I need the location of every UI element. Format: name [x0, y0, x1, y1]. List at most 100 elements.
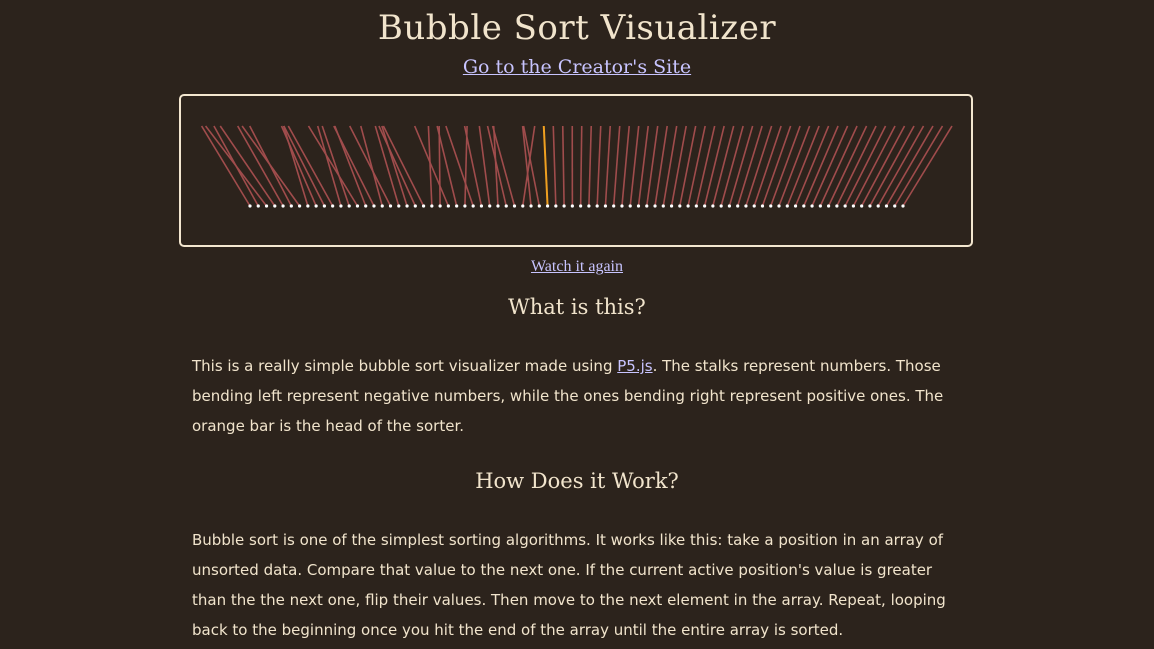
stalk-base-dot: [694, 204, 698, 208]
p5js-link[interactable]: P5.js: [617, 357, 652, 375]
number-stalk: [219, 125, 276, 207]
number-stalk: [869, 125, 915, 207]
number-stalk: [703, 125, 725, 207]
stalk-base-dot: [645, 204, 649, 208]
stalk-base-dot: [521, 204, 525, 208]
number-stalk: [522, 125, 541, 207]
visualizer-canvas: [179, 94, 973, 247]
stalk-base-dot: [777, 204, 781, 208]
number-stalk: [561, 125, 565, 207]
stalk-base-dot: [810, 204, 814, 208]
stalk-base-dot: [297, 204, 302, 208]
stalk-base-dot: [388, 204, 393, 208]
number-stalk: [579, 125, 583, 207]
stalk-base-dot: [289, 204, 293, 208]
number-stalk: [478, 125, 491, 207]
number-stalk: [786, 125, 820, 207]
stalk-base-dot: [314, 204, 318, 208]
creator-link-container: Go to the Creator's Site: [0, 56, 1154, 78]
creator-site-link[interactable]: Go to the Creator's Site: [463, 56, 691, 78]
stalk-base-dot: [355, 204, 360, 208]
stalk-base-dot: [612, 204, 616, 208]
stalk-base-dot: [769, 204, 773, 208]
stalk-base-dot: [653, 204, 657, 208]
visualizer-svg: [200, 125, 953, 208]
stalk-base-dot: [686, 204, 690, 208]
stalk-base-dot: [893, 204, 897, 208]
number-stalk: [894, 125, 944, 207]
stalk-base-dot: [860, 204, 864, 208]
number-stalk: [237, 125, 284, 207]
stalk-base-dot: [620, 204, 624, 208]
what-text-before: This is a really simple bubble sort visu…: [192, 357, 618, 375]
stalk-base-dot: [430, 204, 434, 208]
number-stalk: [860, 125, 906, 207]
stalk-base-dot: [306, 204, 310, 208]
stalk-base-dot: [504, 204, 508, 208]
stalk-base-dot: [512, 204, 517, 208]
number-stalk: [200, 125, 251, 207]
stalk-base-dot: [397, 204, 401, 208]
stalk-base-dot: [322, 204, 326, 208]
sorter-head-stalk: [542, 125, 549, 207]
stalk-base-dot: [802, 204, 806, 208]
stalk-base-dot: [628, 204, 632, 208]
stalk-base-dot: [851, 204, 856, 208]
stalk-base-dot: [827, 204, 831, 208]
stalk-base-dot: [273, 204, 277, 208]
what-is-this-paragraph: This is a really simple bubble sort visu…: [192, 351, 962, 441]
stalk-base-dot: [901, 204, 905, 208]
stalk-base-dot: [438, 204, 442, 208]
number-stalk: [604, 125, 612, 207]
stalk-base-dot: [554, 204, 558, 208]
page-title: Bubble Sort Visualizer: [377, 8, 777, 48]
stalk-base-dot: [579, 204, 583, 208]
stalk-base-dot: [595, 204, 599, 208]
number-stalk: [687, 125, 706, 207]
number-stalk: [794, 125, 830, 207]
number-stalk: [670, 125, 687, 207]
number-stalk: [877, 125, 925, 207]
stalk-base-dot: [736, 204, 740, 208]
stalk-base-dot: [248, 204, 252, 208]
stalk-base-dot: [488, 204, 492, 208]
stalk-base-dot: [446, 204, 450, 208]
number-stalk: [852, 125, 896, 207]
stalk-base-dot: [562, 204, 566, 208]
stalk-base-dot: [529, 204, 533, 208]
stalk-base-dot: [793, 204, 798, 208]
stalk-base-dot: [331, 204, 335, 208]
number-stalk: [316, 125, 342, 207]
number-stalk: [637, 125, 649, 207]
number-stalk: [621, 125, 631, 207]
stalk-base-dot: [372, 204, 376, 208]
number-stalk: [588, 125, 593, 207]
stalk-base-dot: [339, 204, 343, 208]
stalk-base-dot: [876, 204, 880, 208]
stalk-base-dot: [364, 204, 368, 208]
stalk-base-dot: [479, 204, 484, 208]
stalk-base-dot: [835, 204, 839, 208]
stalk-base-dot: [843, 204, 847, 208]
number-stalk: [552, 125, 557, 207]
stalk-base-dot: [636, 204, 641, 208]
watch-again-link[interactable]: Watch it again: [531, 258, 623, 275]
number-stalk: [612, 125, 621, 207]
number-stalk: [333, 125, 375, 207]
stalk-base-dot: [884, 204, 889, 208]
number-stalk: [463, 125, 483, 207]
how-does-it-work-paragraph: Bubble sort is one of the simplest sorti…: [192, 531, 946, 639]
stalk-base-dot: [455, 204, 459, 208]
stalk-base-dot: [711, 204, 715, 208]
stalk-base-dot: [537, 204, 541, 208]
stalk-base-dot: [669, 204, 674, 208]
stalk-base-dot: [471, 204, 475, 208]
stalk-base-dot: [744, 204, 748, 208]
stalk-base-dot: [570, 204, 574, 208]
stalk-base-dot: [587, 204, 591, 208]
stalk-base-dot: [868, 204, 872, 208]
number-stalk: [712, 125, 735, 207]
number-stalk: [596, 125, 602, 207]
stalk-base-dot: [380, 204, 384, 208]
what-is-this-heading: What is this?: [508, 295, 646, 319]
